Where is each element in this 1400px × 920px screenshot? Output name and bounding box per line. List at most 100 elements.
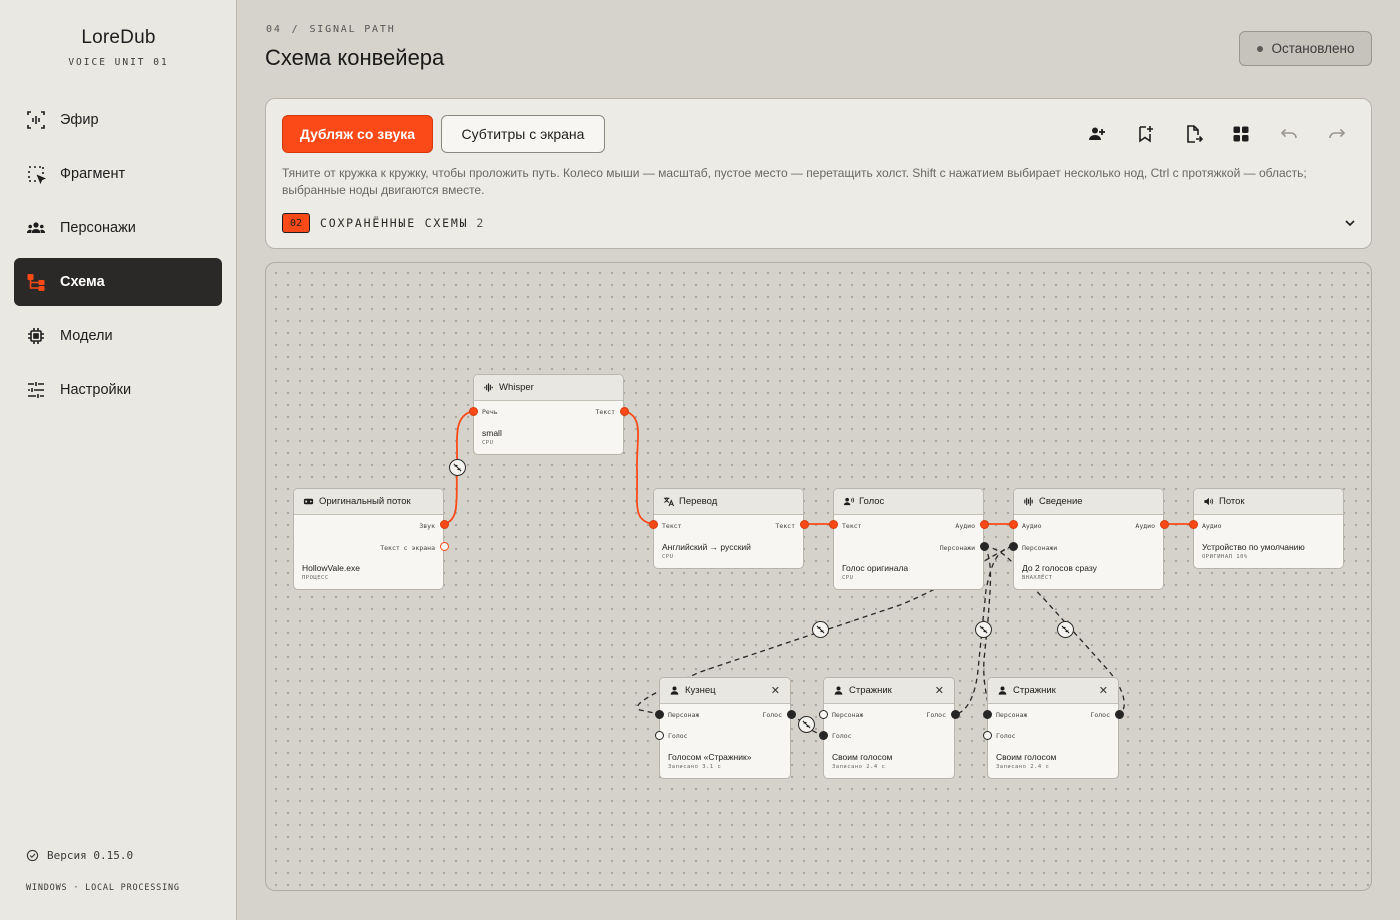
save-scheme-button[interactable] xyxy=(1132,121,1158,147)
version-info: Версия 0.15.0 xyxy=(26,849,133,862)
node-whisper[interactable]: Whisper Речь Текст small CPU xyxy=(473,374,624,455)
port-label: Персонаж xyxy=(832,711,864,719)
input-port[interactable] xyxy=(1189,520,1198,529)
node-header[interactable]: Поток xyxy=(1194,489,1343,515)
node-translate[interactable]: Перевод Текст Текст Английский → русский… xyxy=(653,488,804,569)
undo-icon xyxy=(1280,128,1297,139)
input-port[interactable] xyxy=(819,710,828,719)
output-port[interactable] xyxy=(800,520,809,529)
node-title: Оригинальный поток xyxy=(319,496,411,507)
node-title: Сведение xyxy=(1039,496,1083,507)
saved-schemes-toggle[interactable]: 02 СОХРАНЁННЫЕ СХЕМЫ 2 xyxy=(282,213,485,233)
unlink-icon xyxy=(1061,625,1070,634)
flow-scheme-icon xyxy=(27,274,45,291)
output-port[interactable] xyxy=(787,710,796,719)
input-port[interactable] xyxy=(1009,542,1018,551)
node-mix[interactable]: Сведение Аудио Аудио Персонажи До 2 голо… xyxy=(1013,488,1164,590)
control-panel: Дубляж со звука Субтитры с экрана Тяните… xyxy=(265,98,1372,249)
sidebar-item-fragment[interactable]: Фрагмент xyxy=(14,150,222,198)
redo-button[interactable] xyxy=(1324,121,1350,147)
node-header[interactable]: Сведение xyxy=(1014,489,1163,515)
sidebar-item-models[interactable]: Модели xyxy=(14,312,222,360)
sidebar-item-label: Схема xyxy=(60,274,105,290)
port-label: Текст xyxy=(595,408,615,416)
port-label: Голос xyxy=(762,711,782,719)
export-scheme-button[interactable] xyxy=(1180,121,1206,147)
subtitles-from-screen-button[interactable]: Субтитры с экрана xyxy=(441,115,605,153)
node-output[interactable]: Поток Аудио Устройство по умолчанию ОРИГ… xyxy=(1193,488,1344,569)
node-character[interactable]: Стражник ✕ Персонаж Голос Голос Своим го… xyxy=(987,677,1119,779)
node-header[interactable]: Голос xyxy=(834,489,983,515)
input-port[interactable] xyxy=(829,520,838,529)
sidebar-item-label: Модели xyxy=(60,328,113,344)
node-voice[interactable]: Голос Текст Аудио Персонажи Голос оригин… xyxy=(833,488,984,590)
node-header[interactable]: Оригинальный поток xyxy=(294,489,443,515)
output-port[interactable] xyxy=(980,520,989,529)
input-port[interactable] xyxy=(1009,520,1018,529)
page-title: Схема конвейера xyxy=(265,45,445,70)
node-subvalue: Записано 2.4 с xyxy=(996,764,1050,770)
status-badge[interactable]: Остановлено xyxy=(1239,31,1372,66)
cut-wire-button[interactable] xyxy=(1057,621,1074,638)
output-port[interactable] xyxy=(1160,520,1169,529)
node-value: Английский → русский xyxy=(662,542,751,552)
input-port[interactable] xyxy=(469,407,478,416)
input-port[interactable] xyxy=(983,710,992,719)
sidebar-item-scheme[interactable]: Схема xyxy=(14,258,222,306)
cut-wire-button[interactable] xyxy=(449,459,466,476)
port-label: Аудио xyxy=(1202,522,1222,530)
chip-icon xyxy=(28,328,44,344)
node-value: Своим голосом xyxy=(832,752,893,762)
input-port[interactable] xyxy=(819,731,828,740)
add-character-button[interactable] xyxy=(1084,121,1110,147)
chevron-down-icon[interactable] xyxy=(1341,214,1359,232)
cut-wire-button[interactable] xyxy=(812,621,829,638)
node-subvalue: CPU xyxy=(662,554,674,560)
unlink-icon xyxy=(979,625,988,634)
output-port[interactable] xyxy=(951,710,960,719)
node-header[interactable]: Whisper xyxy=(474,375,623,401)
node-header[interactable]: Перевод xyxy=(654,489,803,515)
input-port[interactable] xyxy=(655,710,664,719)
node-character[interactable]: Стражник ✕ Персонаж Голос Голос Своим го… xyxy=(823,677,955,779)
output-port[interactable] xyxy=(1115,710,1124,719)
node-subvalue: Записано 2.4 с xyxy=(832,764,886,770)
brand-name: LoreDub xyxy=(81,27,156,48)
person-icon xyxy=(834,686,843,695)
arrange-layout-button[interactable] xyxy=(1228,121,1254,147)
output-port[interactable] xyxy=(440,542,449,551)
platform-label: WINDOWS · LOCAL PROCESSING xyxy=(26,883,180,893)
dub-from-audio-button[interactable]: Дубляж со звука xyxy=(282,115,433,153)
input-port[interactable] xyxy=(655,731,664,740)
close-icon[interactable]: ✕ xyxy=(771,684,780,697)
status-label: Остановлено xyxy=(1271,41,1355,56)
output-port[interactable] xyxy=(980,542,989,551)
node-value: До 2 голосов сразу xyxy=(1022,563,1097,573)
selection-icon xyxy=(28,166,46,184)
node-title: Whisper xyxy=(499,382,534,393)
add-character-icon xyxy=(1089,127,1105,140)
usage-hint: Тяните от кружка к кружку, чтобы проложи… xyxy=(282,166,1307,197)
sidebar-item-settings[interactable]: Настройки xyxy=(14,366,222,414)
close-icon[interactable]: ✕ xyxy=(1099,684,1108,697)
port-label: Звук xyxy=(419,522,435,530)
port-label: Речь xyxy=(482,408,498,416)
translate-icon xyxy=(663,497,674,507)
output-port[interactable] xyxy=(440,520,449,529)
input-port[interactable] xyxy=(983,731,992,740)
node-title: Кузнец xyxy=(685,685,716,696)
port-label: Голос xyxy=(668,732,688,740)
node-character[interactable]: Кузнец ✕ Персонаж Голос Голос Голосом «С… xyxy=(659,677,791,779)
cut-wire-button[interactable] xyxy=(975,621,992,638)
undo-button[interactable] xyxy=(1276,121,1302,147)
waveform-icon xyxy=(484,383,493,392)
person-icon xyxy=(998,686,1007,695)
sidebar-item-broadcast[interactable]: Эфир xyxy=(14,96,222,144)
brand-subtitle: VOICE UNIT 01 xyxy=(68,57,169,68)
sidebar-item-characters[interactable]: Персонажи xyxy=(14,204,222,252)
close-icon[interactable]: ✕ xyxy=(935,684,944,697)
cut-wire-button[interactable] xyxy=(798,716,815,733)
input-port[interactable] xyxy=(649,520,658,529)
output-port[interactable] xyxy=(620,407,629,416)
node-source[interactable]: Оригинальный поток Звук Текст с экрана H… xyxy=(293,488,444,590)
